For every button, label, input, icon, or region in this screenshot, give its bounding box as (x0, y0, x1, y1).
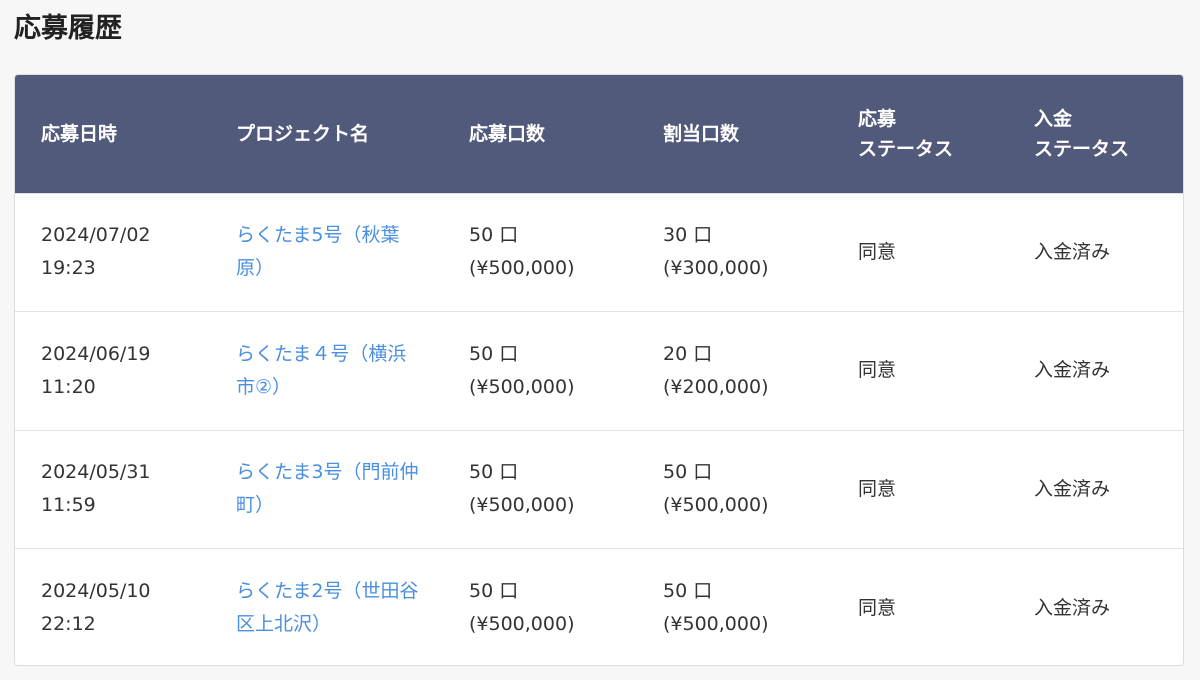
project-link[interactable]: らくたま3号（門前仲町） (236, 456, 421, 522)
cell-allocated-units: 20 口 (¥200,000) (663, 342, 769, 398)
cell-application-status: 同意 (858, 596, 897, 619)
cell-allocated-units: 50 口 (¥500,000) (663, 461, 769, 517)
application-history-table-card: 応募日時 プロジェクト名 応募口数 割当口数 応募 ステータス 入金 ステータス… (14, 74, 1184, 666)
header-application-status: 応募 ステータス (858, 107, 954, 160)
header-applied-units: 応募口数 (469, 122, 546, 145)
cell-application-date: 2024/07/02 19:23 (41, 224, 151, 280)
table-header-row: 応募日時 プロジェクト名 応募口数 割当口数 応募 ステータス 入金 ステータス (15, 75, 1183, 193)
cell-applied-units: 50 口 (¥500,000) (469, 342, 575, 398)
cell-allocated-units: 50 口 (¥500,000) (663, 580, 769, 635)
table-row: 2024/06/19 11:20 らくたま４号（横浜市②） 50 口 (¥500… (15, 311, 1183, 431)
cell-application-status: 同意 (858, 359, 897, 382)
table-body: 2024/07/02 19:23 らくたま5号（秋葉原） 50 口 (¥500,… (15, 193, 1183, 666)
cell-project-name: らくたま5号（秋葉原） (210, 193, 443, 312)
page-title: 応募履歴 (14, 13, 122, 44)
header-allocated-units: 割当口数 (663, 122, 740, 145)
header-application-date: 応募日時 (41, 122, 118, 145)
project-link[interactable]: らくたま5号（秋葉原） (236, 219, 421, 285)
table-row: 2024/05/31 11:59 らくたま3号（門前仲町） 50 口 (¥500… (15, 430, 1183, 549)
cell-applied-units: 50 口 (¥500,000) (469, 224, 575, 280)
table-header: 応募日時 プロジェクト名 応募口数 割当口数 応募 ステータス 入金 ステータス (15, 75, 1183, 193)
cell-applied-units: 50 口 (¥500,000) (469, 461, 575, 517)
cell-application-date: 2024/06/19 11:20 (41, 342, 151, 398)
cell-project-name: らくたま４号（横浜市②） (210, 312, 443, 431)
cell-allocated-units: 30 口 (¥300,000) (663, 224, 769, 280)
cell-project-name: らくたま3号（門前仲町） (210, 430, 443, 549)
cell-payment-status: 入金済み (1034, 596, 1111, 619)
project-link[interactable]: らくたま2号（世田谷区上北沢） (236, 575, 421, 641)
cell-application-date: 2024/05/31 11:59 (41, 461, 151, 517)
table-row: 2024/05/10 22:12 らくたま2号（世田谷区上北沢） 50 口 (¥… (15, 548, 1183, 666)
table-row: 2024/07/02 19:23 らくたま5号（秋葉原） 50 口 (¥500,… (15, 193, 1183, 312)
cell-payment-status: 入金済み (1034, 477, 1111, 500)
cell-application-status: 同意 (858, 240, 897, 263)
cell-payment-status: 入金済み (1034, 359, 1111, 382)
header-project-name: プロジェクト名 (236, 122, 370, 145)
cell-application-status: 同意 (858, 477, 897, 500)
cell-payment-status: 入金済み (1034, 240, 1111, 263)
cell-project-name: らくたま2号（世田谷区上北沢） (210, 549, 443, 666)
cell-application-date: 2024/05/10 22:12 (41, 580, 151, 635)
header-payment-status: 入金 ステータス (1034, 107, 1130, 160)
application-history-page: 応募履歴 応募日時 プロジェクト名 応募口数 割当口数 応募 ステータス 入金 … (0, 0, 1200, 680)
application-history-table: 応募日時 プロジェクト名 応募口数 割当口数 応募 ステータス 入金 ステータス… (15, 75, 1183, 666)
project-link[interactable]: らくたま４号（横浜市②） (236, 338, 421, 404)
cell-applied-units: 50 口 (¥500,000) (469, 580, 575, 635)
